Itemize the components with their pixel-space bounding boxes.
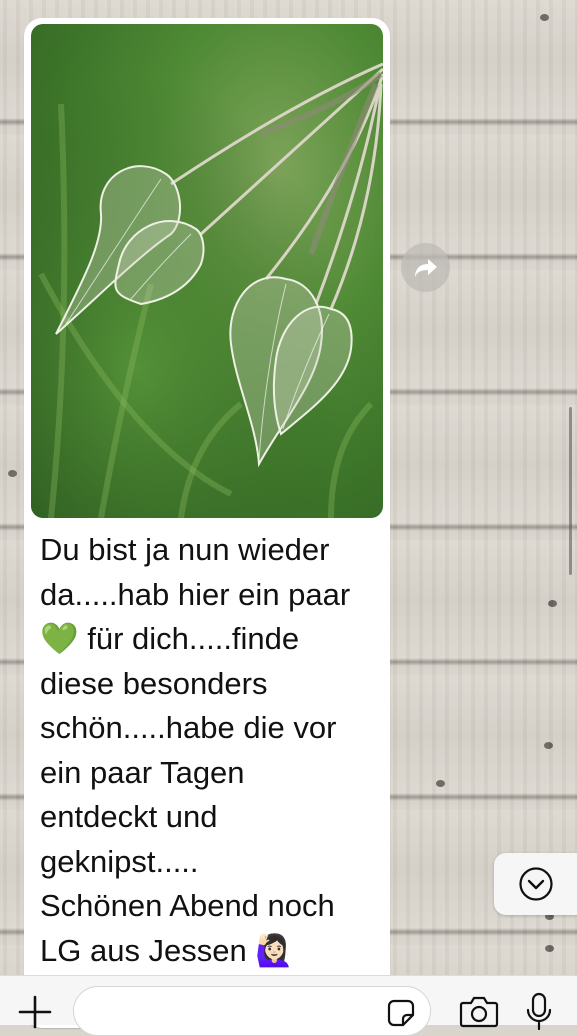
message-photo[interactable] (31, 24, 383, 518)
wood-knot (8, 470, 17, 477)
chevron-down-circle-icon (518, 867, 553, 901)
wood-knot (548, 600, 557, 607)
message-text: Du bist ja nun wieder da.....hab hier ei… (40, 532, 351, 968)
scroll-indicator[interactable] (569, 407, 572, 575)
plus-icon[interactable] (17, 994, 53, 1030)
message-input[interactable] (73, 986, 431, 1036)
forward-button[interactable] (401, 243, 450, 292)
microphone-icon[interactable] (525, 992, 553, 1032)
seed-heads-photo (31, 24, 383, 518)
wood-knot (544, 742, 553, 749)
wood-knot (436, 780, 445, 787)
wood-knot (540, 14, 549, 21)
camera-icon[interactable] (459, 994, 499, 1028)
message-bubble[interactable]: Du bist ja nun wieder da.....hab hier ei… (24, 18, 390, 1028)
forward-arrow-icon (414, 258, 437, 277)
wood-knot (545, 945, 554, 952)
scroll-to-bottom-button[interactable] (494, 853, 577, 915)
message-input-bar (0, 975, 577, 1036)
